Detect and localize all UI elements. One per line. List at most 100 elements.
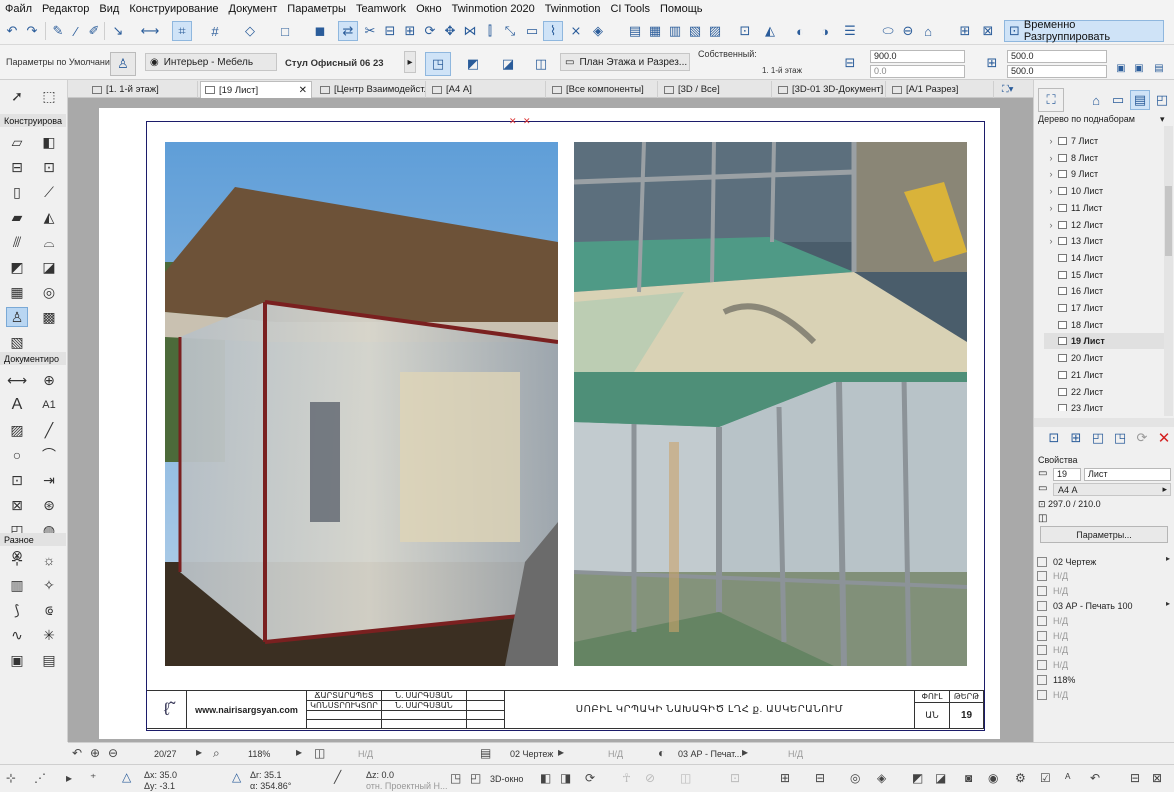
view-back-icon[interactable]: ▦ xyxy=(645,21,665,41)
explore-icon[interactable]: ⊘ xyxy=(645,771,655,785)
layer-combination-icon[interactable]: ◫ xyxy=(314,746,325,760)
tab-3d-all[interactable]: [3D / Все] xyxy=(660,81,772,98)
text-icon[interactable]: ᴬ xyxy=(1065,771,1070,785)
circle-tool-icon[interactable]: ○ xyxy=(6,445,28,465)
expand-chevron-icon[interactable]: › xyxy=(1044,136,1058,146)
object-mirror-icon[interactable]: ◫ xyxy=(528,52,554,76)
property-row[interactable]: Н/Д xyxy=(1037,584,1163,599)
lock-icon[interactable]: ⊡ xyxy=(735,21,755,41)
options-icon[interactable]: ◫ xyxy=(1038,513,1047,524)
master-selector[interactable]: А4 А ▸ xyxy=(1053,483,1171,496)
tracker-icon[interactable]: ⊹ xyxy=(6,771,16,785)
property-row[interactable]: Н/Д xyxy=(1037,628,1163,643)
section-construct[interactable]: Конструирова xyxy=(0,114,66,127)
delta-y-value[interactable]: Δy: -3.1 xyxy=(144,781,175,791)
roof-tool-icon[interactable]: ◭ xyxy=(38,207,60,227)
tab-a4[interactable]: [А4 А] xyxy=(428,81,546,98)
line-tool-icon[interactable]: ╱ xyxy=(38,420,60,440)
ellipse-icon[interactable]: ⬭ xyxy=(878,21,898,41)
figure-tool-icon[interactable]: ▥ xyxy=(6,575,28,595)
column-tool-icon[interactable]: ▯ xyxy=(6,182,28,202)
label-tool-icon[interactable]: A1 xyxy=(38,395,60,415)
hat-icon[interactable]: ⌂ xyxy=(918,21,938,41)
trim-icon[interactable]: ⌇ xyxy=(543,21,563,41)
tab-3d-document[interactable]: [3D-01 3D-Документ] xyxy=(774,81,886,98)
menu-item[interactable]: Конструирование xyxy=(124,3,223,15)
delta-polar-icon[interactable]: △ xyxy=(232,770,241,784)
trace-icon[interactable]: ▭ xyxy=(522,21,542,41)
window-tool-icon[interactable]: ⊟ xyxy=(6,157,28,177)
radial-dimension-tool-icon[interactable]: ⟃ xyxy=(38,600,60,620)
tab-collab-center[interactable]: [Центр Взаимодейст... xyxy=(316,81,426,98)
menu-item[interactable]: Twinmotion xyxy=(540,3,606,15)
layout-tree-item[interactable]: › 11 Лист xyxy=(1044,200,1172,216)
ci-tool-icon[interactable]: ☰ xyxy=(840,21,860,41)
eyedropper-icon[interactable]: ⁄ xyxy=(66,21,86,41)
zoom-in-icon[interactable]: ⊕ xyxy=(90,746,100,760)
scissors-icon[interactable]: ✂ xyxy=(360,21,380,41)
menu-item[interactable]: Окно xyxy=(411,3,447,15)
layout-book-icon[interactable]: ▤ xyxy=(1130,90,1150,110)
chair-object-icon[interactable]: ♙ xyxy=(110,52,136,76)
elevation-tool-icon[interactable]: ⊠ xyxy=(6,495,28,515)
view-map-icon[interactable]: ▭ xyxy=(1108,90,1128,110)
shading-icon[interactable]: ◩ xyxy=(912,771,923,785)
layout-name-field[interactable]: Лист xyxy=(1084,468,1171,481)
grid-snap-icon[interactable]: ⊞ xyxy=(955,21,975,41)
tab-all-components[interactable]: [Все компоненты] xyxy=(548,81,658,98)
menu-item[interactable]: Документ xyxy=(224,3,283,15)
transform-icon[interactable]: ⇄ xyxy=(338,21,358,41)
menu-item[interactable]: CI Tools xyxy=(605,3,655,15)
photo-render-icon[interactable]: ◉ xyxy=(988,771,998,785)
morph-tool-icon[interactable]: ◪ xyxy=(38,257,60,277)
polyline-tool-icon[interactable]: ⌒ xyxy=(38,445,60,465)
delete-icon[interactable]: ✕ xyxy=(1154,428,1174,448)
3d-window-label[interactable]: 3D-окно xyxy=(490,774,523,784)
view-side-icon[interactable]: ▥ xyxy=(665,21,685,41)
twinmotion-export-icon[interactable]: ◑ xyxy=(815,21,835,41)
arrow-tool-icon[interactable]: ➚ xyxy=(6,86,28,106)
layout-number-field[interactable]: 19 xyxy=(1053,468,1081,481)
check-icon[interactable]: ☑ xyxy=(1040,771,1051,785)
intersect-icon[interactable]: ⨯ xyxy=(566,21,586,41)
menu-item[interactable]: Файл xyxy=(0,3,37,15)
reference-level[interactable]: отн. Проектный Н... xyxy=(366,781,448,791)
tree-hscrollbar[interactable] xyxy=(1034,418,1174,427)
property-row[interactable]: Н/Д xyxy=(1037,687,1163,702)
pick-icon[interactable]: ✎ xyxy=(48,21,68,41)
curtain-wall-tool-icon[interactable]: ▦ xyxy=(6,282,28,302)
lamp-tool-icon[interactable]: ☼ xyxy=(38,550,60,570)
split-icon[interactable]: ⋈ xyxy=(460,21,480,41)
property-row[interactable]: Н/Д xyxy=(1037,658,1163,673)
expand-chevron-icon[interactable]: › xyxy=(1044,203,1058,213)
twinmotion-sync-icon[interactable]: ◐ xyxy=(790,21,810,41)
collapse-icon[interactable]: ⊠ xyxy=(1152,771,1162,785)
tab-list-icon[interactable]: ⛶▾ xyxy=(998,81,1032,98)
stair-tool-icon[interactable]: ⫻ xyxy=(6,232,28,252)
split-view-icon[interactable]: ⊟ xyxy=(1130,771,1140,785)
zoom-value[interactable]: 118% xyxy=(248,749,270,759)
layer-selector[interactable]: ◉ Интерьер - Мебель xyxy=(145,53,277,71)
tree-scrollbar[interactable] xyxy=(1164,126,1173,416)
cube-view-icon[interactable]: ◧ xyxy=(540,771,551,785)
rotate-icon[interactable]: ⟳ xyxy=(420,21,440,41)
sun-icon[interactable]: ◪ xyxy=(935,771,946,785)
size-a-input[interactable]: 500.0 xyxy=(1007,50,1107,63)
graphic-override-icon[interactable]: ◎ xyxy=(850,771,860,785)
view-front-icon[interactable]: ▤ xyxy=(625,21,645,41)
menu-item[interactable]: Редактор xyxy=(37,3,94,15)
property-row[interactable]: 03 АР - Печать 100 xyxy=(1037,598,1163,613)
new-master-icon[interactable]: ◰ xyxy=(1088,428,1108,448)
layout-tree-item[interactable]: 14 Лист xyxy=(1044,250,1172,266)
photo-interior-floor[interactable] xyxy=(574,142,967,372)
expand-chevron-icon[interactable]: › xyxy=(1044,220,1058,230)
lock-ratio-icon[interactable]: ▣ xyxy=(1114,61,1128,75)
projector-tool-icon[interactable]: ▤ xyxy=(38,650,60,670)
size-b-input[interactable]: 500.0 xyxy=(1007,65,1107,78)
level-dimension-tool-icon[interactable]: ⊕ xyxy=(38,370,60,390)
menu-item[interactable]: Twinmotion 2020 xyxy=(447,3,540,15)
image-tool-icon[interactable]: ▣ xyxy=(6,650,28,670)
3d-style-icon[interactable]: ◈ xyxy=(877,771,886,785)
railing-tool-icon[interactable]: ⌓ xyxy=(38,232,60,252)
menu-item[interactable]: Параметры xyxy=(282,3,351,15)
